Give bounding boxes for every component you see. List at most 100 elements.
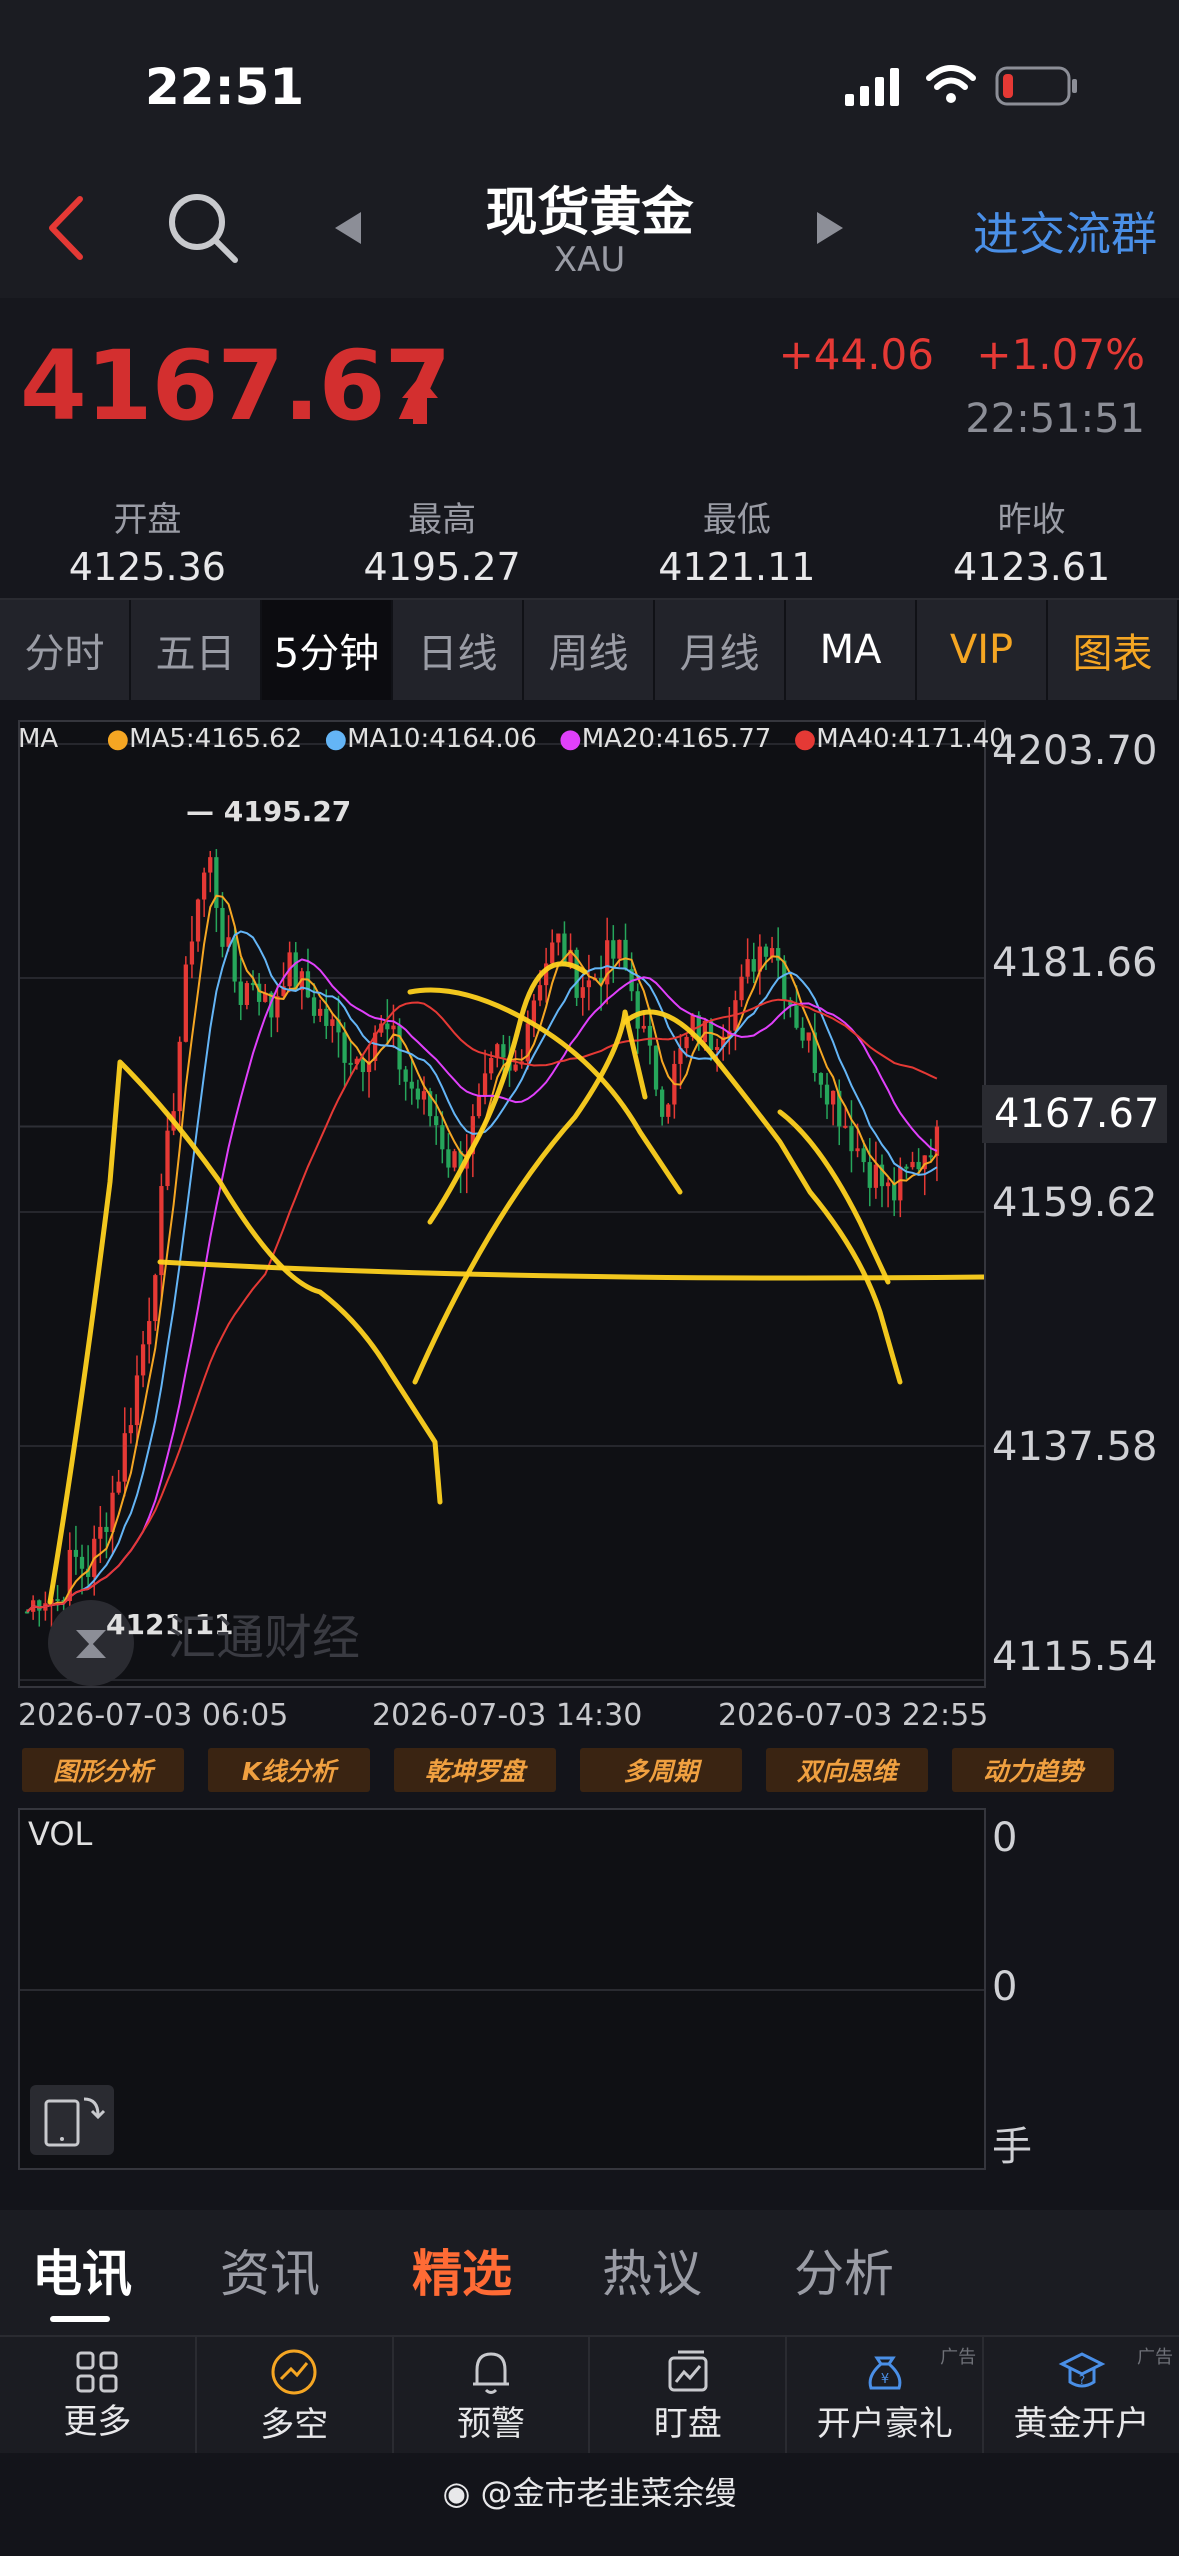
tab-five-day[interactable]: 五日 xyxy=(131,600,262,700)
candle-body xyxy=(476,1095,482,1117)
tab-weekly[interactable]: 周线 xyxy=(524,600,655,700)
news-tab-underline xyxy=(50,2316,110,2322)
candle-body xyxy=(140,1344,146,1376)
watermark: 汇通财经 xyxy=(168,1610,361,1666)
candle-body xyxy=(806,1032,811,1041)
candle-body xyxy=(177,1041,182,1112)
next-arrow-icon[interactable] xyxy=(815,210,845,246)
kline-chart[interactable] xyxy=(18,720,986,1688)
candle-body xyxy=(397,1025,402,1070)
x-tick-2: 2026-07-03 22:55 xyxy=(718,1698,989,1733)
tab-daily[interactable]: 日线 xyxy=(393,600,524,700)
tool-pattern-analysis[interactable]: 图形分析 xyxy=(22,1748,184,1792)
bottom-long-short[interactable]: 多空 xyxy=(197,2337,394,2455)
money-bag-icon: ¥ xyxy=(868,2356,902,2389)
join-group-button[interactable]: 进交流群 xyxy=(973,198,1157,264)
candle-body xyxy=(916,1161,921,1170)
candle-body xyxy=(165,1130,170,1187)
candle-body xyxy=(745,959,750,977)
candle-body xyxy=(189,941,195,965)
candle-body xyxy=(37,1600,42,1611)
news-tab-analysis[interactable]: 分析 xyxy=(794,2234,894,2306)
candle-body xyxy=(885,1182,891,1187)
candle-body xyxy=(653,1045,659,1090)
candle-body xyxy=(122,1433,127,1482)
ma-legend: MA ●MA5:4165.62 ●MA10:4164.06 ●MA20:4165… xyxy=(18,724,1006,754)
stats-row: 开盘 4125.36 最高 4195.27 最低 4121.11 昨收 4123.61 xyxy=(0,480,1179,600)
x-tick-0: 2026-07-03 06:05 xyxy=(18,1698,289,1733)
news-tab-discussion[interactable]: 热议 xyxy=(602,2234,702,2306)
candle-body xyxy=(934,1126,940,1156)
up-arrow-icon xyxy=(400,374,440,426)
bottom-open-account-gift[interactable]: 广告 ¥ 开户豪礼 xyxy=(787,2337,985,2455)
news-tab-featured[interactable]: 精选 xyxy=(412,2234,512,2306)
candle-body xyxy=(910,1161,915,1168)
rotate-screen-icon[interactable] xyxy=(30,2085,114,2155)
candle-body xyxy=(739,976,744,1001)
bottom-gold-account[interactable]: 广告 ? 黄金开户 xyxy=(984,2337,1179,2455)
candle-body xyxy=(342,1032,347,1063)
candle-body xyxy=(751,959,756,972)
ma5-value: MA5:4165.62 xyxy=(129,724,303,754)
tool-compass[interactable]: 乾坤罗盘 xyxy=(394,1748,556,1792)
current-price-label: 4167.67 xyxy=(982,1085,1167,1143)
candle-body xyxy=(311,997,317,1016)
candle-body xyxy=(855,1148,860,1152)
bottom-alert[interactable]: 预警 xyxy=(394,2337,591,2455)
candle-body xyxy=(623,939,628,970)
tool-multi-period[interactable]: 多周期 xyxy=(580,1748,742,1792)
news-tab-telegraph[interactable]: 电讯 xyxy=(32,2234,132,2306)
candle-body xyxy=(403,1069,408,1082)
candle-body xyxy=(446,1149,451,1168)
volume-mid: 0 xyxy=(992,1964,1018,2010)
tab-ma[interactable]: MA xyxy=(786,600,917,700)
current-price: 4167.67 xyxy=(20,330,451,442)
candle-body xyxy=(556,933,561,943)
candle-body xyxy=(220,907,225,947)
candle-body xyxy=(537,985,543,1001)
candle-body xyxy=(195,899,201,942)
signal-icon xyxy=(845,68,905,108)
bottom-bar: 更多 多空 预警 盯盘 广告 ¥ 开户豪礼 广告 ? 黄金开户 xyxy=(0,2335,1179,2455)
candle-body xyxy=(153,1275,158,1322)
candle-body xyxy=(580,987,585,998)
tool-momentum[interactable]: 动力趋势 xyxy=(952,1748,1114,1792)
tab-intraday[interactable]: 分时 xyxy=(0,600,131,700)
candle-body xyxy=(409,1081,414,1089)
candle-body xyxy=(635,991,640,1029)
candle-body xyxy=(208,857,213,873)
candle-body xyxy=(647,1025,653,1046)
tab-5min[interactable]: 5分钟 xyxy=(262,600,393,700)
tab-chart[interactable]: 图表 xyxy=(1048,600,1179,700)
trend-annotation-3 xyxy=(622,1009,903,1385)
bottom-watch[interactable]: 盯盘 xyxy=(590,2337,788,2455)
high-marker: — 4195.27 xyxy=(186,795,352,828)
trend-annotation-0 xyxy=(47,1059,443,1605)
tool-kline-analysis[interactable]: K线分析 xyxy=(208,1748,370,1792)
candle-body xyxy=(501,1044,506,1058)
candle-body xyxy=(550,942,555,964)
candle-body xyxy=(794,1005,799,1028)
kline-svg xyxy=(20,743,984,1681)
candle-body xyxy=(867,1162,872,1188)
bottom-more[interactable]: 更多 xyxy=(0,2337,197,2455)
wifi-icon xyxy=(925,62,977,106)
candle-body xyxy=(147,1321,152,1345)
tab-vip[interactable]: VIP xyxy=(917,600,1048,700)
news-tabs xyxy=(0,2210,1179,2335)
candle-body xyxy=(421,1091,427,1100)
svg-text:¥: ¥ xyxy=(881,2372,889,2387)
y-tick-1: 4181.66 xyxy=(992,940,1158,986)
candle-body xyxy=(714,1047,720,1051)
quote-time: 22:51:51 xyxy=(965,396,1145,442)
candle-body xyxy=(708,1020,714,1051)
candle-body xyxy=(482,1073,488,1096)
candle-body xyxy=(415,1088,421,1100)
tab-monthly[interactable]: 月线 xyxy=(655,600,786,700)
grid-icon xyxy=(76,2351,118,2392)
tool-two-way[interactable]: 双向思维 xyxy=(766,1748,928,1792)
candle-body xyxy=(617,939,622,959)
stat-open: 开盘 4125.36 xyxy=(68,500,226,589)
candle-body xyxy=(452,1151,457,1168)
news-tab-info[interactable]: 资讯 xyxy=(220,2234,320,2306)
